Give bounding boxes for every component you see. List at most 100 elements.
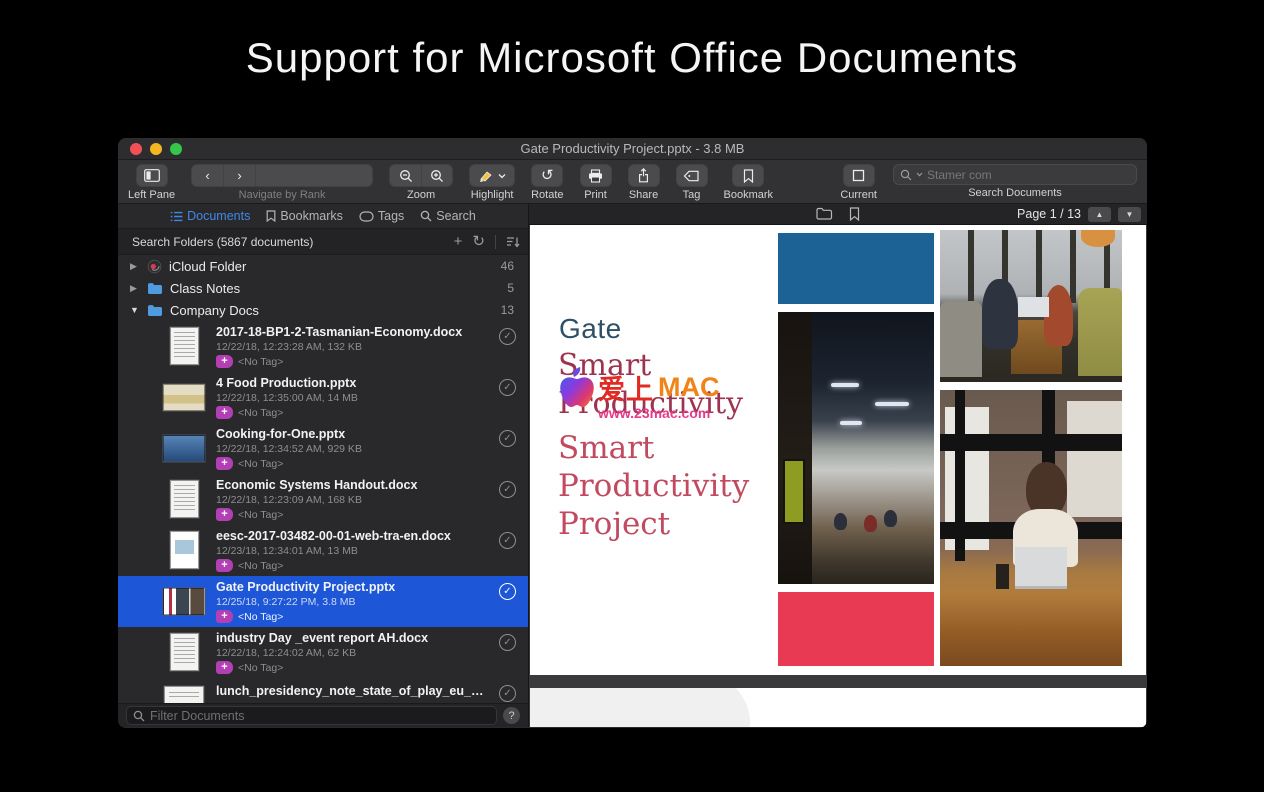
page-controls: Page 1 / 13 ▲ ▼ (1017, 207, 1141, 222)
traffic-lights (130, 143, 182, 155)
add-tag-badge[interactable]: + (216, 355, 233, 368)
print-button[interactable] (580, 164, 612, 187)
help-button[interactable]: ? (503, 707, 520, 724)
add-tag-badge[interactable]: + (216, 610, 233, 623)
document-row[interactable]: industry Day _event report AH.docx 12/22… (118, 627, 528, 678)
document-tag: <No Tag> (238, 560, 283, 572)
folder-row-class-notes[interactable]: ▶ Class Notes 5 (118, 277, 528, 299)
tag-button[interactable] (676, 164, 708, 187)
current-label: Current (840, 189, 877, 201)
fullscreen-window-button[interactable] (170, 143, 182, 155)
documents-list-icon (170, 211, 183, 222)
document-meta: 12/22/18, 12:23:09 AM, 168 KB (216, 494, 490, 506)
left-pane-group: Left Pane (128, 164, 175, 201)
tab-documents[interactable]: Documents (170, 209, 250, 223)
add-tag-badge[interactable]: + (216, 457, 233, 470)
document-row[interactable]: 2017-18-BP1-2-Tasmanian-Economy.docx 12/… (118, 321, 528, 372)
plus-icon: + (221, 611, 227, 622)
document-tag: <No Tag> (238, 356, 283, 368)
disclosure-triangle-icon[interactable]: ▶ (130, 283, 140, 294)
header-divider (495, 235, 496, 249)
document-list: 2017-18-BP1-2-Tasmanian-Economy.docx 12/… (118, 321, 528, 704)
check-circle-icon[interactable]: ✓ (499, 532, 516, 549)
tab-tags-label: Tags (378, 209, 404, 223)
check-circle-icon[interactable]: ✓ (499, 481, 516, 498)
search-tab-icon (420, 210, 432, 222)
add-tag-badge[interactable]: + (216, 661, 233, 674)
document-row[interactable]: lunch_presidency_note_state_of_play_eu_c… (118, 678, 528, 704)
document-row[interactable]: Economic Systems Handout.docx 12/22/18, … (118, 474, 528, 525)
slide-photo-office-interior (778, 312, 934, 584)
highlight-button[interactable] (469, 164, 515, 187)
left-pane-button[interactable] (136, 164, 168, 187)
sort-icon[interactable] (506, 236, 520, 248)
add-tag-badge[interactable]: + (216, 559, 233, 572)
filter-documents-input[interactable] (150, 709, 490, 723)
page-bookmark-icon[interactable] (849, 207, 860, 221)
document-meta: 12/23/18, 12:34:01 AM, 13 MB (216, 545, 490, 557)
document-tag: <No Tag> (238, 407, 283, 419)
previous-page-button[interactable]: ▲ (1088, 207, 1111, 222)
document-info: industry Day _event report AH.docx 12/22… (210, 631, 490, 678)
check-circle-icon[interactable]: ✓ (499, 379, 516, 396)
rotate-icon: ↺ (541, 168, 554, 183)
show-folder-icon[interactable] (816, 207, 833, 220)
folder-row-company-docs[interactable]: ▼ Company Docs 13 (118, 299, 528, 321)
navigate-rank-field[interactable] (255, 164, 373, 187)
zoom-in-button[interactable] (421, 164, 453, 187)
add-folder-icon[interactable]: + (454, 234, 463, 249)
zoom-out-button[interactable] (389, 164, 421, 187)
check-circle-icon[interactable]: ✓ (499, 430, 516, 447)
tab-documents-label: Documents (187, 209, 250, 223)
bookmark-button[interactable] (732, 164, 764, 187)
next-page-button[interactable]: ▼ (1118, 207, 1141, 222)
document-row-selected[interactable]: Gate Productivity Project.pptx 12/25/18,… (118, 576, 528, 627)
current-button[interactable] (843, 164, 875, 187)
bookmark-group: Bookmark (724, 164, 774, 201)
highlight-group: Highlight (469, 164, 515, 201)
tab-bookmarks[interactable]: Bookmarks (266, 209, 343, 223)
check-circle-icon[interactable]: ✓ (499, 634, 516, 651)
plus-icon: + (221, 509, 227, 520)
document-row[interactable]: 4 Food Production.pptx 12/22/18, 12:35:0… (118, 372, 528, 423)
left-pane-label: Left Pane (128, 189, 175, 201)
navigate-forward-button[interactable]: › (223, 164, 255, 187)
folder-name: iCloud Folder (169, 259, 246, 274)
document-thumbnail (158, 427, 210, 474)
tab-tags[interactable]: Tags (359, 209, 404, 223)
check-circle-icon[interactable]: ✓ (499, 328, 516, 345)
disclosure-triangle-icon[interactable]: ▼ (130, 305, 140, 315)
tab-search[interactable]: Search (420, 209, 476, 223)
check-circle-icon[interactable]: ✓ (499, 685, 516, 702)
minimize-window-button[interactable] (150, 143, 162, 155)
navigate-back-button[interactable]: ‹ (191, 164, 223, 187)
folder-row-icloud[interactable]: ▶ iCloud Folder 46 (118, 255, 528, 277)
document-name: industry Day _event report AH.docx (216, 631, 490, 645)
zoom-out-icon (399, 169, 413, 183)
check-circle-icon[interactable]: ✓ (499, 583, 516, 600)
sync-icon[interactable]: ↻ (472, 234, 485, 249)
document-row[interactable]: Cooking-for-One.pptx 12/22/18, 12:34:52 … (118, 423, 528, 474)
add-tag-badge[interactable]: + (216, 406, 233, 419)
folders-header-label: Search Folders (5867 documents) (132, 235, 313, 249)
disclosure-triangle-icon[interactable]: ▶ (130, 261, 140, 272)
document-row[interactable]: eesc-2017-03482-00-01-web-tra-en.docx 12… (118, 525, 528, 576)
add-tag-badge[interactable]: + (216, 508, 233, 521)
zoom-label: Zoom (407, 189, 435, 201)
plus-icon: + (221, 356, 227, 367)
search-input[interactable] (927, 168, 1130, 182)
document-thumbnail (158, 631, 210, 678)
zoom-segmented-control (389, 164, 453, 187)
folders-header: Search Folders (5867 documents) + ↻ (118, 228, 528, 255)
document-info: 4 Food Production.pptx 12/22/18, 12:35:0… (210, 376, 490, 423)
document-name: eesc-2017-03482-00-01-web-tra-en.docx (216, 529, 490, 543)
page-scroll-area[interactable]: Gate Smart Productivity Smart Productivi… (529, 225, 1147, 727)
filter-field[interactable] (126, 706, 497, 725)
rotate-label: Rotate (531, 189, 563, 201)
rotate-button[interactable]: ↺ (531, 164, 563, 187)
close-window-button[interactable] (130, 143, 142, 155)
search-field[interactable] (893, 164, 1137, 185)
share-button[interactable] (628, 164, 660, 187)
left-pane-icon (144, 169, 160, 182)
plus-icon: + (221, 560, 227, 571)
